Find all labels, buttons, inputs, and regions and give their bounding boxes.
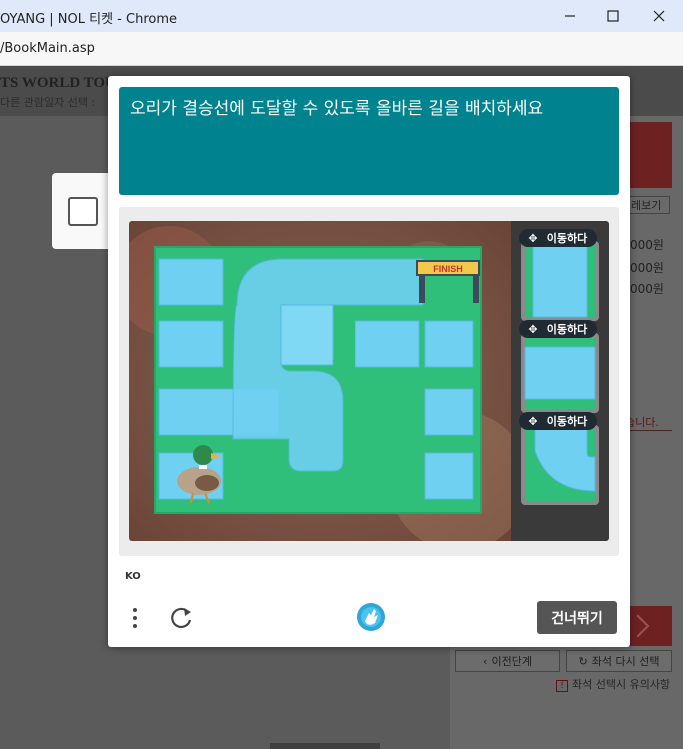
minimize-button[interactable] [547,0,593,32]
move-label: 이동하다 [547,322,588,336]
captcha-challenge-modal: 오리가 결승선에 도달할 수 있도록 올바른 길을 배치하세요 FINISH ✥… [108,76,630,647]
puzzle-frame: FINISH ✥ 이동하다 ✥ 이동하다 ✥ 이동하다 [119,207,619,556]
price-value: 000원 [630,238,664,252]
captcha-checkbox-card [52,173,112,249]
event-title: TS WORLD TOU [0,75,116,91]
minimize-icon [565,15,575,17]
move-badge[interactable]: ✥ 이동하다 [519,320,597,338]
prompt-text: 오리가 결승선에 도달할 수 있도록 올바른 길을 배치하세요 [130,99,544,119]
browser-titlebar: OYANG | NOL 티켓 - Chrome [0,0,683,32]
captcha-hand-logo-icon [357,603,385,631]
draggable-tile-horizontal[interactable] [521,333,599,413]
chevron-right-icon [626,614,650,638]
address-bar[interactable]: /BookMain.asp [0,32,683,66]
more-link[interactable]: 레보기 [628,196,670,214]
refresh-small-icon: ↻ [578,654,588,668]
price-value: 000원 [630,261,664,275]
close-icon [653,10,665,22]
seat-caution-link[interactable]: ! 좌석 선택시 유의사항 [556,676,670,692]
captcha-logo[interactable] [353,599,389,635]
move-label: 이동하다 [547,231,588,245]
puzzle-canvas[interactable]: FINISH ✥ 이동하다 ✥ 이동하다 ✥ 이동하다 [129,221,609,541]
prev-step-button[interactable]: ‹ 이전단계 [455,650,560,672]
finish-label: FINISH [433,264,463,274]
language-selector[interactable]: KO [125,571,141,582]
close-button[interactable] [636,0,682,32]
refresh-icon [171,607,192,629]
warning-text: 습니다. [625,416,659,429]
other-date-label: 다른 관람일자 선택 : [0,96,96,109]
puzzle-board: FINISH ✥ 이동하다 ✥ 이동하다 ✥ 이동하다 [129,221,609,541]
maximize-button[interactable] [590,0,636,32]
more-vertical-icon [133,608,137,628]
reselect-seat-button[interactable]: ↻ 좌석 다시 선택 [566,650,672,672]
captcha-checkbox[interactable] [68,197,98,226]
chevron-left-icon: ‹ [483,654,488,668]
move-badge[interactable]: ✥ 이동하다 [519,412,597,430]
footer-strip [270,743,380,749]
price-value: 000원 [630,282,664,296]
draggable-tile-curve[interactable] [521,425,599,505]
challenge-prompt: 오리가 결승선에 도달할 수 있도록 올바른 길을 배치하세요 [119,87,619,195]
draggable-tile-vertical[interactable] [521,241,599,321]
caution-label: 좌석 선택시 유의사항 [572,678,671,691]
move-badge[interactable]: ✥ 이동하다 [519,229,597,247]
window-title: OYANG | NOL 티켓 - Chrome [0,12,177,27]
prev-step-label: 이전단계 [491,655,532,668]
move-label: 이동하다 [547,414,588,428]
maximize-icon [607,10,619,22]
skip-button[interactable]: 건너뛰기 [537,601,617,634]
refresh-challenge-button[interactable] [166,603,196,633]
more-options-button[interactable] [126,606,144,630]
move-arrows-icon: ✥ [528,232,537,245]
url-text: /BookMain.asp [0,41,95,56]
move-arrows-icon: ✥ [528,415,537,428]
reselect-label: 좌석 다시 선택 [591,655,660,668]
move-arrows-icon: ✥ [528,323,537,336]
alert-icon: ! [556,680,568,692]
